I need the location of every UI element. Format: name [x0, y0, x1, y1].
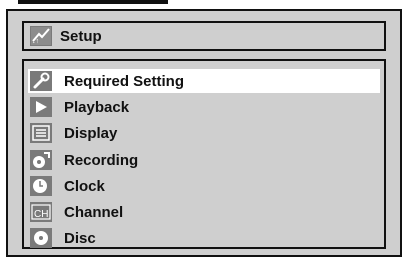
menu-item-recording[interactable]: Recording — [28, 148, 380, 172]
menu-item-label: Disc — [64, 229, 96, 247]
menu-item-label: Playback — [64, 98, 130, 116]
menu-item-label: Channel — [64, 203, 124, 221]
settings-list: Required Setting Playback Display Record… — [22, 59, 386, 249]
disc-icon — [30, 228, 52, 248]
menu-header: ↓↑ Setup — [22, 21, 386, 51]
svg-text:CH: CH — [34, 209, 48, 220]
setup-menu-window: ↓↑ Setup Required Setting Playback Displ… — [6, 9, 402, 257]
menu-item-clock[interactable]: Clock — [28, 174, 380, 198]
svg-text:↓↑: ↓↑ — [32, 38, 39, 45]
menu-item-disc[interactable]: Disc — [28, 226, 380, 250]
menu-item-display[interactable]: Display — [28, 121, 380, 145]
menu-item-playback[interactable]: Playback — [28, 95, 380, 119]
menu-item-channel[interactable]: CH Channel — [28, 200, 380, 224]
menu-item-label: Display — [64, 124, 118, 142]
menu-item-label: Required Setting — [64, 72, 185, 90]
channel-icon: CH — [30, 202, 52, 222]
menu-item-label: Recording — [64, 151, 139, 169]
display-icon — [30, 123, 52, 143]
setup-icon: ↓↑ — [30, 26, 52, 46]
clock-icon — [30, 176, 52, 196]
menu-item-required-setting[interactable]: Required Setting — [28, 69, 380, 93]
clipped-top-edge — [0, 0, 412, 8]
recording-icon — [30, 150, 52, 170]
wrench-icon — [30, 71, 52, 91]
page-title: Setup — [60, 27, 102, 45]
play-icon — [30, 97, 52, 117]
menu-item-label: Clock — [64, 177, 105, 195]
